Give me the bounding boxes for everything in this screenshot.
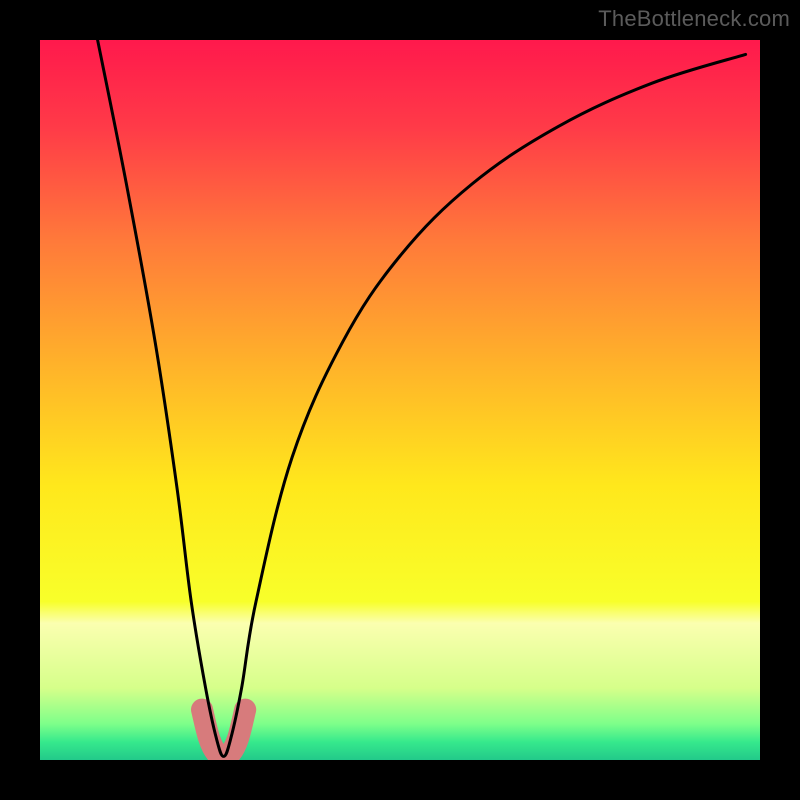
watermark-text: TheBottleneck.com (598, 6, 790, 32)
main-curve (98, 40, 746, 756)
curve-layer (40, 40, 760, 760)
chart-frame: TheBottleneck.com (0, 0, 800, 800)
highlight-band (202, 710, 245, 757)
plot-area (40, 40, 760, 760)
